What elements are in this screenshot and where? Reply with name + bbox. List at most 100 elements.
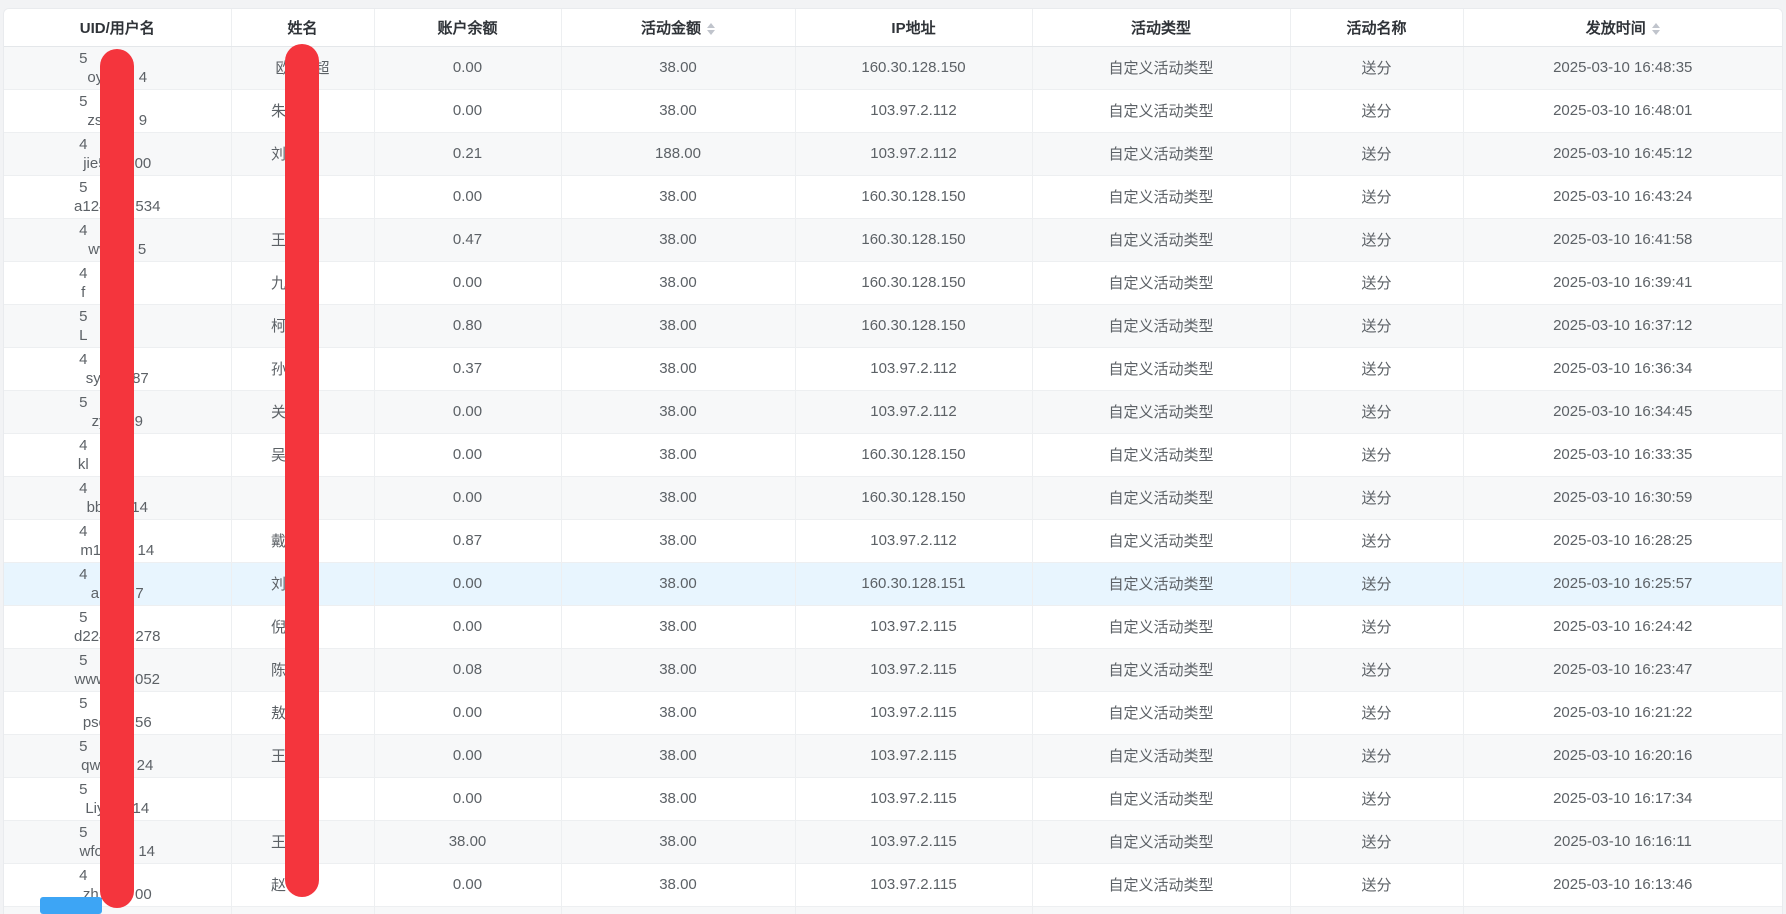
column-header-label: 活动金额 — [640, 19, 701, 37]
column-header-label: 发放时间 — [1585, 19, 1646, 37]
ip-address-cell: 160.30.128.150 — [795, 304, 1033, 348]
redacted-text-fragment-left: 5 — [79, 780, 88, 798]
table-row[interactable]: 5oyz4欧超0.0038.00160.30.128.150自定义活动类型送分2… — [4, 46, 1782, 90]
table-body: 5oyz4欧超0.0038.00160.30.128.150自定义活动类型送分2… — [4, 46, 1782, 914]
issue-time-cell: 2025-03-10 16:43:24 — [1463, 175, 1782, 219]
table-row[interactable]: 5 L 柯 0.80 38.00 160.30.128.150 自定义活动类型 送分 2025-… — [4, 304, 1782, 348]
activity-type-cell: 自定义活动类型 — [1032, 132, 1291, 176]
redacted-text-fragment-right: 9 — [134, 412, 143, 430]
activity-amount-cell: 38.00 — [561, 46, 796, 90]
column-header-uid-username: UID/用户名 — [4, 9, 232, 47]
table-row[interactable]: 4 zh1 00 赵 0.00 38.00 103.97.2.115 自定义活动类型 送分 202… — [4, 863, 1782, 907]
table-row[interactable]: 5 psq 56 敖 0.00 38.00 103.97.2.115 自定义活动类型 送分 202… — [4, 691, 1782, 735]
table-row[interactable]: 5 a124 534 0.00 38.00 160.30.128.150 自定义活动类型 送分… — [4, 175, 1782, 219]
table-row[interactable]: 5 www 052 陈 0.08 38.00 103.97.2.115 自定义活动类型 送分 20… — [4, 648, 1782, 692]
balance-cell: 0.00 — [374, 89, 562, 133]
issue-time-cell: 2025-03-10 16:39:41 — [1463, 261, 1782, 305]
redacted-text-fragment-right: 14 — [132, 799, 150, 817]
redacted-text-fragment-left: 孙 — [270, 361, 286, 378]
activity-type-cell: 自定义活动类型 — [1032, 777, 1291, 821]
activity-type-cell: 自定义活动类型 — [1032, 820, 1291, 864]
redacted-text-fragment-right: 052 — [134, 670, 161, 688]
redacted-text-fragment-left: 王 — [270, 232, 286, 249]
activity-amount-cell: 188.00 — [561, 132, 796, 176]
activity-type-cell: 自定义活动类型 — [1032, 304, 1291, 348]
pagination-button-partial[interactable] — [40, 897, 102, 914]
activity-amount-cell: 38.00 — [561, 648, 796, 692]
column-header-label: 账户余额 — [437, 19, 498, 37]
table-row[interactable]: 5 qwe 24 王 0.00 38.00 103.97.2.115 自定义活动类型 送分 202… — [4, 734, 1782, 778]
table-row[interactable]: 4 bb 14 0.00 38.00 160.30.128.150 自定义活动类型 送分 202… — [4, 476, 1782, 520]
redacted-text-fragment-left: 5 — [79, 49, 88, 67]
activity-type-cell: 自定义活动类型 — [1032, 648, 1291, 692]
ip-address-cell: 103.97.2.112 — [795, 89, 1033, 133]
column-header-label: 活动类型 — [1130, 19, 1191, 37]
column-header-issue-time[interactable]: 发放时间 — [1463, 9, 1782, 47]
redacted-text-fragment-left: 王 — [270, 748, 286, 765]
redacted-text-fragment-left: 柯 — [270, 318, 286, 335]
column-header-name: 姓名 — [231, 9, 375, 47]
table-header-row: UID/用户名 姓名 账户余额 活动金额 IP地址 活动类型 活动名称 发放时间 — [4, 9, 1782, 47]
activity-name-cell: 送分 — [1290, 89, 1464, 133]
activity-type-cell: 自定义活动类型 — [1032, 175, 1291, 219]
balance-cell: 0.21 — [374, 132, 562, 176]
balance-cell: 0.00 — [374, 46, 562, 90]
issue-time-cell: 2025-03-10 16:34:45 — [1463, 390, 1782, 434]
activity-amount-cell: 38.00 — [561, 89, 796, 133]
balance-cell: 0.00 — [374, 863, 562, 907]
redaction-bar-uid-column — [100, 49, 134, 908]
table-row[interactable]: 5 Liy 14 0.00 38.00 103.97.2.115 自定义活动类型 送分 2025… — [4, 777, 1782, 821]
redacted-text-fragment-right: 00 — [134, 154, 152, 172]
table-row[interactable]: 4 jie5 00 刘 0.21 188.00 103.97.2.112 自定义活动类型 送分 2… — [4, 132, 1782, 176]
activity-name-cell: 送分 — [1290, 734, 1464, 778]
table-row[interactable]: 5zs79朱0.0038.00103.97.2.112自定义活动类型送分2025… — [4, 89, 1782, 133]
activity-amount-cell: 38.00 — [561, 261, 796, 305]
redacted-text-fragment-right: 534 — [135, 197, 161, 215]
redacted-text-fragment-left: 刘 — [270, 576, 286, 593]
balance-cell: 0.87 — [374, 519, 562, 563]
table-row[interactable]: 4ww5王0.4738.00160.30.128.150自定义活动类型送分202… — [4, 218, 1782, 262]
column-header-label: 姓名 — [287, 19, 318, 37]
redaction-bar-name-column — [285, 44, 319, 897]
redacted-text-fragment-right: 278 — [135, 627, 161, 645]
balance-cell: 0.00 — [374, 390, 562, 434]
issue-time-cell: 2025-03-10 16:37:12 — [1463, 304, 1782, 348]
redacted-text-fragment-left: 4 — [79, 866, 88, 884]
redacted-text-fragment-left: 5 — [79, 178, 88, 196]
sort-icon[interactable] — [707, 22, 715, 35]
ip-address-cell: 160.30.128.150 — [795, 218, 1033, 262]
table-row[interactable]: 5zy9关0.0038.00103.97.2.112自定义活动类型送分2025-… — [4, 390, 1782, 434]
sort-icon[interactable] — [1651, 22, 1660, 35]
balance-cell: 0.08 — [374, 648, 562, 692]
ip-address-cell: 103.97.2.112 — [795, 390, 1033, 434]
table-row[interactable]: 4 f 九 0.00 38.00 160.30.128.150 自定义活动类型 送分 2025-… — [4, 261, 1782, 305]
activity-name-cell: 送分 — [1290, 863, 1464, 907]
column-header-balance: 账户余额 — [374, 9, 562, 47]
table-row[interactable]: 5 d224 278 倪 0.00 38.00 103.97.2.115 自定义活动类型 送分 2… — [4, 605, 1782, 649]
table-row-partial — [4, 906, 1782, 914]
redacted-text-fragment-left: 4 — [79, 221, 88, 239]
redacted-text-fragment-left: 5 — [79, 307, 88, 325]
balance-cell: 0.00 — [374, 734, 562, 778]
issue-time-cell: 2025-03-10 16:16:11 — [1463, 820, 1782, 864]
redacted-text-fragment-left: 刘 — [270, 146, 286, 163]
column-header-activity-amount[interactable]: 活动金额 — [561, 9, 796, 47]
ip-address-cell: 103.97.2.112 — [795, 132, 1033, 176]
issue-time-cell: 2025-03-10 16:24:42 — [1463, 605, 1782, 649]
table-row[interactable]: 4 kl 吴 0.00 38.00 160.30.128.150 自定义活动类型 送分 2025… — [4, 433, 1782, 477]
ip-address-cell: 160.30.128.151 — [795, 562, 1033, 606]
table-row[interactable]: 4 m13 14 戴 0.87 38.00 103.97.2.112 自定义活动类型 送分 202… — [4, 519, 1782, 563]
table-row[interactable]: 4 syj 87 孙 0.37 38.00 103.97.2.112 自定义活动类型 送分 202… — [4, 347, 1782, 391]
issue-time-cell: 2025-03-10 16:48:01 — [1463, 89, 1782, 133]
redacted-text-fragment-right: 24 — [136, 756, 154, 774]
activity-name-cell: 送分 — [1290, 691, 1464, 735]
balance-cell: 0.00 — [374, 777, 562, 821]
table-row[interactable]: 4ab7刘0.0038.00160.30.128.151自定义活动类型送分202… — [4, 562, 1782, 606]
activity-amount-cell: 38.00 — [561, 390, 796, 434]
issue-time-cell: 2025-03-10 16:25:57 — [1463, 562, 1782, 606]
balance-cell: 0.00 — [374, 691, 562, 735]
redacted-text-fragment-left: 4 — [79, 565, 88, 583]
balance-cell: 38.00 — [374, 820, 562, 864]
activity-name-cell: 送分 — [1290, 218, 1464, 262]
table-row[interactable]: 5 wfc5 14 王 38.00 38.00 103.97.2.115 自定义活动类型 送分 2… — [4, 820, 1782, 864]
